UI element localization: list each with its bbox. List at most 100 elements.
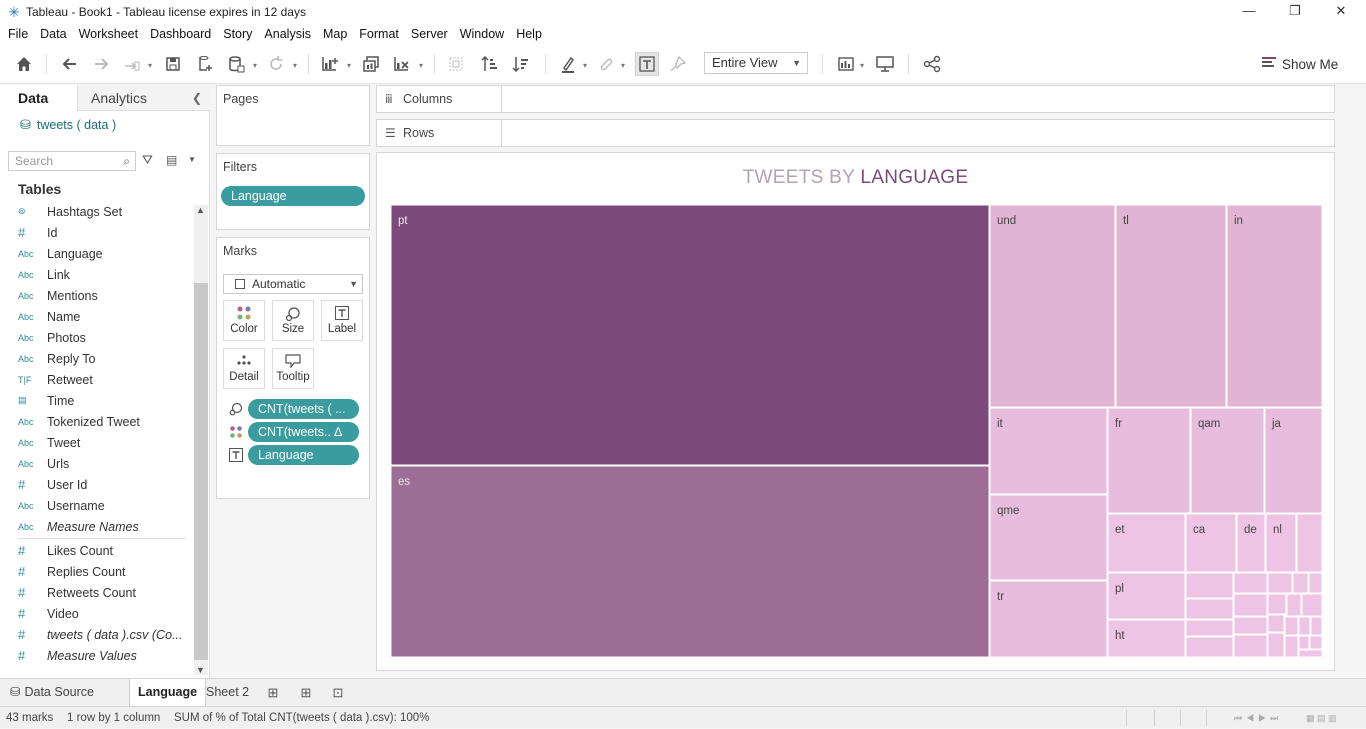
treemap-cell[interactable] [1284, 616, 1299, 636]
treemap-cell[interactable] [1233, 634, 1268, 657]
marks-pill-color[interactable]: CNT(tweets.. ∆ [248, 422, 359, 442]
field-list-scrollbar[interactable]: ▲ ▼ [194, 205, 208, 675]
treemap-cell[interactable] [1309, 635, 1322, 650]
treemap-cell[interactable] [1185, 619, 1234, 637]
color-button[interactable]: Color [223, 300, 265, 341]
field-username[interactable]: Abc Username [18, 495, 190, 516]
field-id[interactable]: # Id [18, 222, 190, 243]
treemap-cell-nl[interactable]: nl [1265, 513, 1297, 573]
menu-server[interactable]: Server [405, 24, 454, 44]
redo-arrow-icon[interactable] [120, 52, 144, 76]
field-reply-to[interactable]: Abc Reply To [18, 348, 190, 369]
field-retweet[interactable]: T|F Retweet [18, 369, 190, 390]
worksheet-view[interactable]: TWEETS BY LANGUAGE pt es und tl in it fr qam ja q… [376, 152, 1335, 671]
undo-icon[interactable] [58, 52, 82, 76]
field-tweets-data-csv-co[interactable]: # tweets ( data ).csv (Co... [18, 624, 190, 645]
show-me-button[interactable]: Show Me [1262, 54, 1338, 74]
treemap-cell[interactable] [1233, 616, 1268, 635]
treemap-cell[interactable] [1298, 616, 1311, 636]
show-cards-icon[interactable] [834, 52, 858, 76]
menu-story[interactable]: Story [217, 24, 258, 44]
treemap-cell[interactable] [1185, 636, 1234, 657]
save-icon[interactable] [161, 52, 185, 76]
treemap-cell-ht[interactable]: ht [1107, 619, 1186, 657]
treemap-cell-it[interactable]: it [989, 407, 1108, 495]
field-hashtags-set[interactable]: ⊚ Hashtags Set [18, 201, 190, 222]
share-icon[interactable] [920, 52, 944, 76]
group-members-icon[interactable] [593, 52, 617, 76]
menu-map[interactable]: Map [317, 24, 353, 44]
treemap-cell-tl[interactable]: tl [1115, 205, 1227, 408]
field-urls[interactable]: Abc Urls [18, 453, 190, 474]
field-likes-count[interactable]: # Likes Count [18, 540, 190, 561]
treemap-cell-pt[interactable]: pt [391, 205, 990, 466]
field-time[interactable]: ▤ Time [18, 390, 190, 411]
highlight-icon[interactable] [556, 52, 580, 76]
menu-file[interactable]: File [2, 24, 34, 44]
clear-sheet-icon[interactable] [390, 52, 414, 76]
treemap-cell-qme[interactable]: qme [989, 494, 1108, 581]
caret-icon[interactable]: ▾ [293, 61, 297, 70]
treemap-cell[interactable] [1286, 593, 1302, 617]
field-retweets-count[interactable]: # Retweets Count [18, 582, 190, 603]
search-input[interactable]: Search ⌕ [8, 151, 136, 171]
new-worksheet-icon[interactable]: ⊞ [263, 683, 283, 703]
view-options-icon[interactable]: ▤ [166, 153, 177, 167]
treemap-cell-es[interactable]: es [391, 465, 990, 657]
menu-dashboard[interactable]: Dashboard [144, 24, 217, 44]
marks-pill-label[interactable]: Language [248, 445, 359, 465]
menu-help[interactable]: Help [510, 24, 548, 44]
treemap-cell[interactable] [1233, 572, 1268, 594]
collapse-pane-icon[interactable]: ❮ [192, 85, 202, 111]
refresh-icon[interactable] [264, 52, 288, 76]
treemap-cell[interactable] [1267, 632, 1285, 657]
field-measure-names[interactable]: Abc Measure Names [18, 516, 190, 537]
filter-pill-language[interactable]: Language [221, 186, 365, 206]
new-datasource-icon[interactable] [193, 52, 217, 76]
close-button[interactable]: ✕ [1318, 0, 1364, 24]
filter-icon[interactable]: ⛛ [142, 152, 153, 168]
sort-ascending-icon[interactable] [478, 52, 502, 76]
treemap-cell-et[interactable]: et [1107, 513, 1186, 573]
chevron-down-icon[interactable]: ▼ [188, 155, 196, 164]
caret-icon[interactable]: ▾ [347, 61, 351, 70]
new-story-icon[interactable]: ⊡ [328, 683, 348, 703]
treemap-cell[interactable] [1284, 635, 1299, 657]
treemap-cell-in[interactable]: in [1226, 205, 1322, 408]
duplicate-sheet-icon[interactable] [359, 52, 383, 76]
treemap-cell[interactable] [1296, 513, 1322, 573]
caret-icon[interactable]: ▾ [419, 61, 423, 70]
menu-window[interactable]: Window [454, 24, 510, 44]
field-mentions[interactable]: Abc Mentions [18, 285, 190, 306]
scroll-down-icon[interactable]: ▼ [196, 665, 205, 675]
menu-format[interactable]: Format [353, 24, 405, 44]
mark-type-dropdown[interactable]: Automatic ▼ [223, 274, 363, 294]
treemap-cell[interactable] [1185, 572, 1234, 599]
field-language[interactable]: Abc Language [18, 243, 190, 264]
caret-icon[interactable]: ▾ [583, 61, 587, 70]
fit-dropdown[interactable]: Entire View ▼ [704, 52, 808, 74]
treemap-cell[interactable] [1298, 649, 1322, 657]
treemap-cell-ca[interactable]: ca [1185, 513, 1237, 573]
new-dashboard-icon[interactable]: ⊞ [296, 683, 316, 703]
treemap-cell-tr[interactable]: tr [989, 580, 1108, 657]
sheet-tab-sheet-2[interactable]: Sheet 2 [198, 679, 257, 706]
sort-descending-icon[interactable] [509, 52, 533, 76]
field-name[interactable]: Abc Name [18, 306, 190, 327]
rows-shelf[interactable]: ☰ Rows [376, 119, 1335, 147]
fix-axes-icon[interactable] [666, 52, 690, 76]
treemap-cell[interactable] [1267, 614, 1285, 633]
scroll-thumb[interactable] [194, 283, 208, 660]
menu-worksheet[interactable]: Worksheet [73, 24, 145, 44]
field-measure-values[interactable]: # Measure Values [18, 645, 190, 666]
detail-button[interactable]: Detail [223, 348, 265, 389]
caret-icon[interactable]: ▾ [148, 61, 152, 70]
show-mark-labels-icon[interactable] [635, 52, 659, 76]
field-photos[interactable]: Abc Photos [18, 327, 190, 348]
data-source-tab[interactable]: ⛁ Data Source [2, 679, 102, 706]
datasource-item[interactable]: ⛁ tweets ( data ) [20, 117, 116, 133]
size-button[interactable]: Size [272, 300, 314, 341]
treemap-cell[interactable] [1310, 616, 1322, 636]
field-link[interactable]: Abc Link [18, 264, 190, 285]
treemap-cell[interactable] [1267, 572, 1293, 594]
